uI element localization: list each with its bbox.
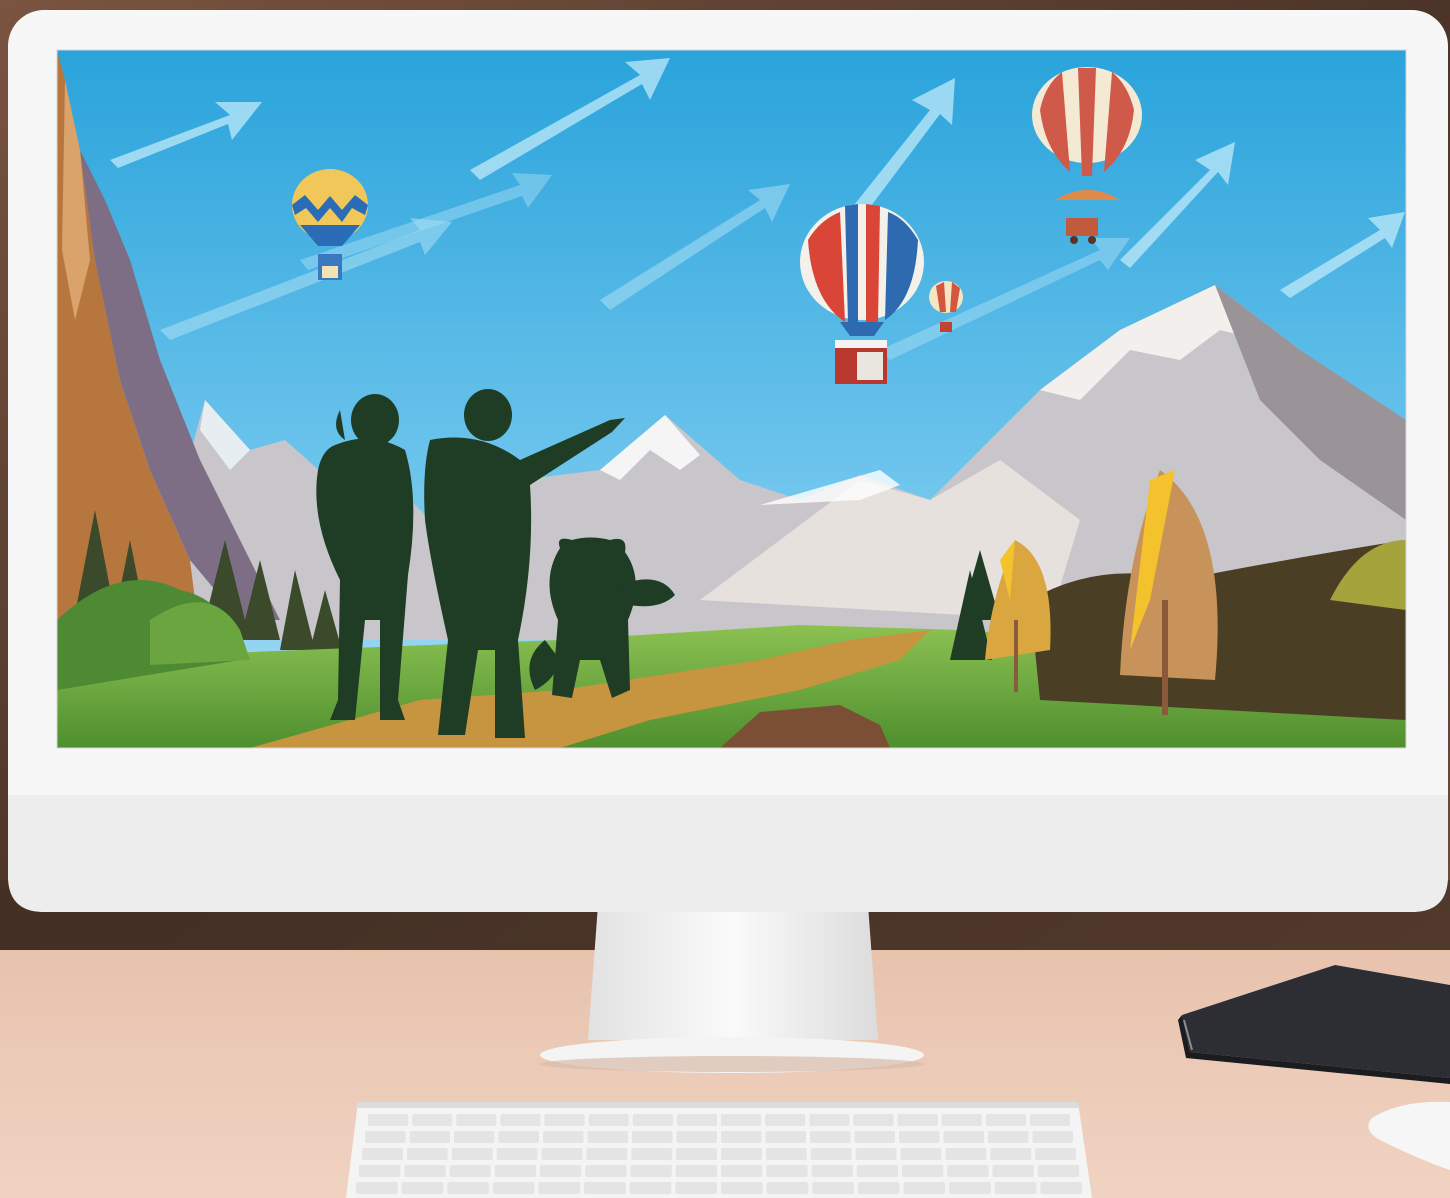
keyboard-key bbox=[498, 1131, 539, 1143]
keyboard-key bbox=[1037, 1165, 1080, 1177]
keyboard-key bbox=[585, 1165, 627, 1177]
keyboard-key bbox=[900, 1148, 942, 1160]
keyboard-key bbox=[406, 1148, 448, 1160]
keyboard-key bbox=[447, 1182, 489, 1194]
keyboard-key bbox=[412, 1114, 453, 1126]
keyboard-key bbox=[1040, 1182, 1082, 1194]
keyboard-key bbox=[538, 1182, 581, 1194]
keyboard-key bbox=[947, 1165, 989, 1177]
keyboard-key bbox=[1029, 1114, 1070, 1126]
keyboard-key bbox=[812, 1182, 854, 1194]
keyboard-key bbox=[401, 1182, 444, 1194]
keyboard-key bbox=[766, 1165, 808, 1177]
keyboard-key bbox=[630, 1165, 672, 1177]
keyboard-key bbox=[676, 1131, 717, 1143]
keyboard-key bbox=[903, 1182, 946, 1194]
keyboard-key bbox=[721, 1182, 763, 1194]
keyboard-key bbox=[368, 1114, 409, 1126]
keyboard-key bbox=[988, 1131, 1029, 1143]
keyboard-key bbox=[985, 1114, 1026, 1126]
keyboard-key bbox=[810, 1131, 851, 1143]
keyboard-key bbox=[721, 1131, 762, 1143]
keyboard-key bbox=[943, 1131, 984, 1143]
keyboard-key bbox=[945, 1148, 987, 1160]
keyboard-key bbox=[359, 1165, 401, 1177]
keyboard-key bbox=[1032, 1131, 1073, 1143]
keyboard-key bbox=[494, 1165, 537, 1177]
keyboard-key bbox=[675, 1165, 718, 1177]
keyboard-key bbox=[765, 1114, 806, 1126]
keyboard-key bbox=[541, 1148, 583, 1160]
keyboard-key bbox=[811, 1165, 853, 1177]
monitor-stand bbox=[588, 905, 878, 1040]
keyboard-key bbox=[810, 1148, 852, 1160]
keyboard-key bbox=[543, 1131, 584, 1143]
keyboard-key bbox=[856, 1165, 899, 1177]
desk-setup-scene bbox=[0, 0, 1450, 1198]
keyboard-key bbox=[990, 1148, 1032, 1160]
keyboard-key bbox=[449, 1165, 491, 1177]
keyboard-key bbox=[356, 1182, 398, 1194]
keyboard-key bbox=[500, 1114, 541, 1126]
keyboard-key bbox=[492, 1182, 535, 1194]
keyboard-key bbox=[765, 1131, 806, 1143]
keyboard-key bbox=[1035, 1148, 1076, 1160]
monitor-screen bbox=[57, 50, 1406, 748]
keyboard-key bbox=[992, 1165, 1034, 1177]
keyboard-key bbox=[587, 1131, 628, 1143]
keyboard-key bbox=[766, 1182, 809, 1194]
keyboard-key bbox=[853, 1114, 894, 1126]
keyboard-key bbox=[631, 1148, 673, 1160]
keyboard-key bbox=[584, 1182, 626, 1194]
keyboard-key bbox=[632, 1131, 673, 1143]
keyboard-key bbox=[994, 1182, 1037, 1194]
monitor-chin bbox=[8, 795, 1448, 912]
keyboard-key bbox=[676, 1114, 717, 1126]
keyboard-key bbox=[765, 1148, 807, 1160]
keyboard-key bbox=[902, 1165, 944, 1177]
keyboard-key bbox=[949, 1182, 991, 1194]
keyboard-key bbox=[721, 1114, 762, 1126]
keyboard-key bbox=[941, 1114, 982, 1126]
keyboard-key bbox=[586, 1148, 628, 1160]
keyboard-key bbox=[632, 1114, 673, 1126]
keyboard-key bbox=[721, 1165, 763, 1177]
keyboard-key bbox=[854, 1131, 895, 1143]
keyboard-key bbox=[899, 1131, 940, 1143]
keyboard-key bbox=[809, 1114, 850, 1126]
keyboard-key bbox=[897, 1114, 938, 1126]
keyboard bbox=[346, 1102, 1092, 1198]
keyboard-key bbox=[544, 1114, 585, 1126]
keyboard-key bbox=[365, 1131, 406, 1143]
keyboard-key bbox=[456, 1114, 497, 1126]
keyboard-key bbox=[676, 1148, 717, 1160]
keyboard-key bbox=[540, 1165, 582, 1177]
keyboard-key bbox=[496, 1148, 538, 1160]
keyboard-key bbox=[675, 1182, 717, 1194]
keyboard-key bbox=[857, 1182, 900, 1194]
keyboard-key bbox=[409, 1131, 450, 1143]
keyboard-key bbox=[855, 1148, 897, 1160]
keyboard-key bbox=[721, 1148, 762, 1160]
keyboard-key bbox=[404, 1165, 446, 1177]
keyboard-key bbox=[588, 1114, 629, 1126]
keyboard-key bbox=[629, 1182, 672, 1194]
keyboard-key bbox=[454, 1131, 495, 1143]
keyboard-key bbox=[362, 1148, 403, 1160]
keyboard-key bbox=[451, 1148, 493, 1160]
